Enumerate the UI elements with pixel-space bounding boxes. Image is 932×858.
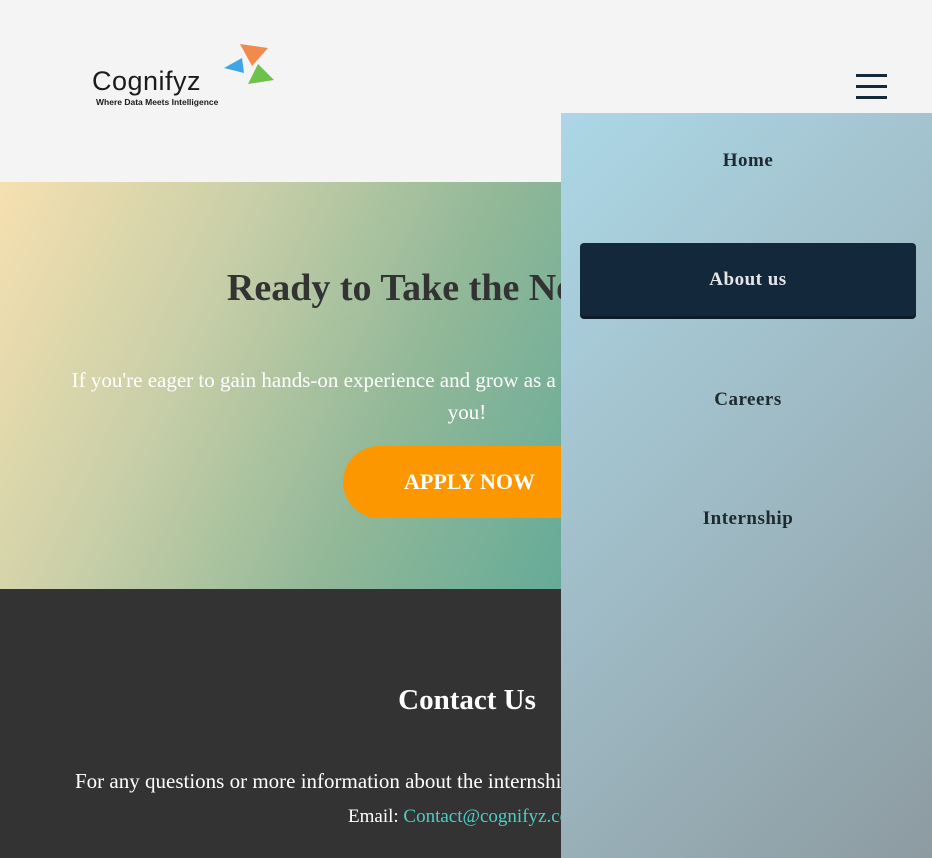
menu-item-about-us[interactable]: About us: [580, 243, 916, 316]
email-label: Email:: [348, 806, 399, 827]
contact-email-line: Email: Contact@cognifyz.com: [348, 806, 584, 828]
menu-item-home[interactable]: Home: [580, 150, 916, 172]
logo-wordmark: Cognifyz: [92, 66, 202, 96]
cognifyz-logo[interactable]: Cognifyz Where Data Meets Intelligence: [88, 40, 278, 112]
logo-triangles-icon: [224, 44, 274, 84]
menu-item-internship[interactable]: Internship: [580, 508, 916, 530]
hamburger-menu-icon[interactable]: [856, 74, 887, 100]
logo-tagline: Where Data Meets Intelligence: [96, 97, 219, 107]
side-navigation-menu: Home About us Careers Internship: [561, 113, 932, 858]
apply-now-button[interactable]: APPLY NOW: [343, 446, 593, 518]
menu-item-careers[interactable]: Careers: [580, 389, 916, 411]
email-link[interactable]: Contact@cognifyz.com: [403, 806, 584, 827]
